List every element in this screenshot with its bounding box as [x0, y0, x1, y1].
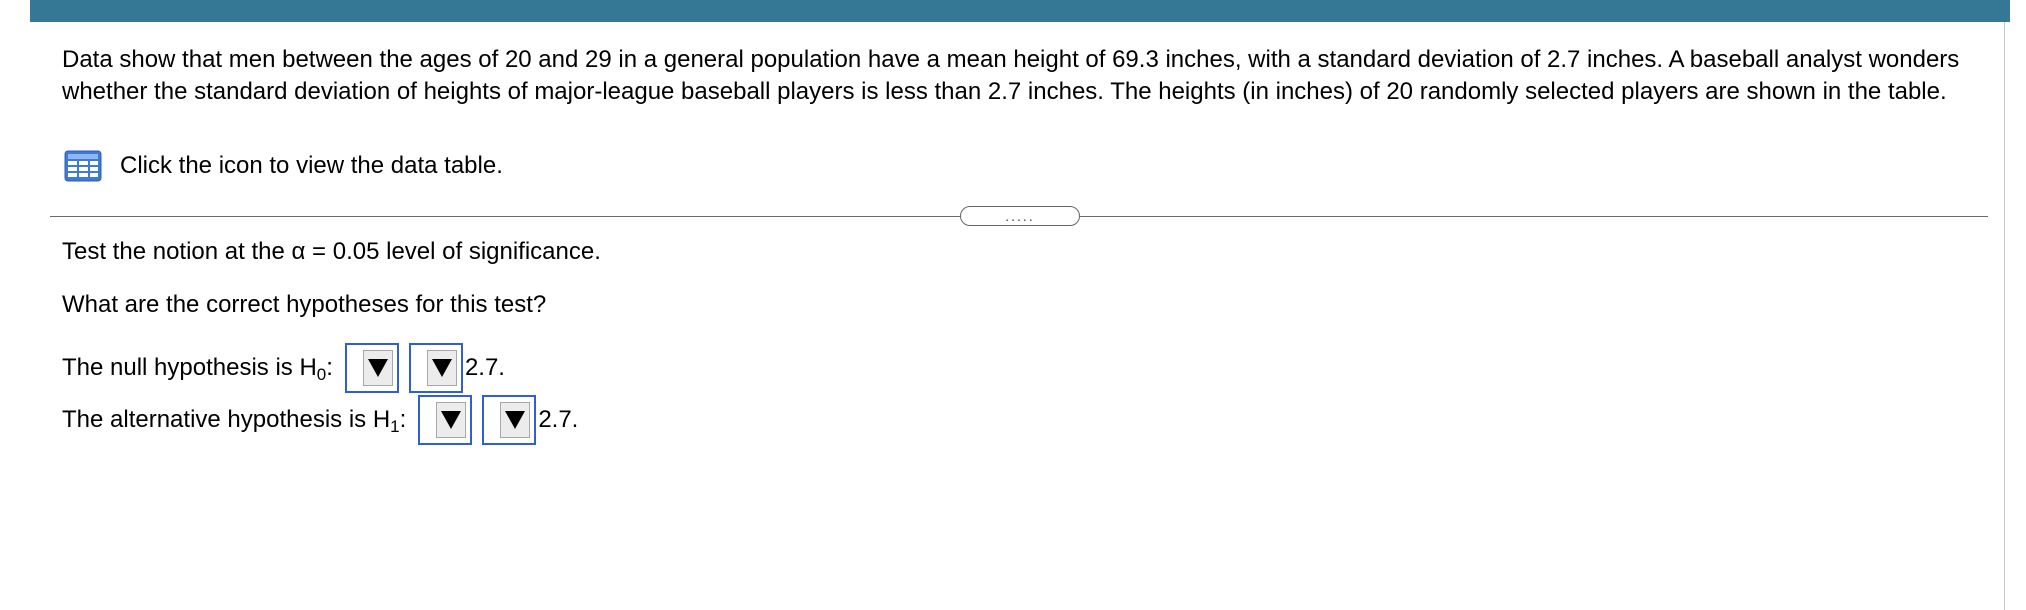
null-hypothesis-value: 2.7. [464, 354, 505, 381]
dropdown-arrow-icon[interactable] [362, 350, 393, 386]
data-table-icon[interactable] [64, 150, 102, 182]
null-colon: : [326, 354, 333, 381]
dropdown-arrow-icon[interactable] [500, 402, 531, 438]
alternative-subscript: 1 [390, 417, 400, 436]
null-hypothesis-row: The null hypothesis is H0: 2.7. [62, 342, 505, 394]
significance-level-text: Test the notion at the α = 0.05 level of… [62, 238, 601, 266]
alternative-hypothesis-value: 2.7. [538, 406, 579, 433]
data-table-link[interactable]: Click the icon to view the data table. [64, 150, 503, 182]
null-operator-dropdown[interactable] [408, 343, 463, 393]
left-margin [0, 0, 30, 610]
alternative-colon: : [399, 406, 407, 433]
alternative-hypothesis-label: The alternative hypothesis is H [62, 406, 391, 433]
alpha-symbol: α [291, 238, 306, 265]
problem-statement: Data show that men between the ages of 2… [62, 46, 1960, 105]
dropdown-arrow-icon[interactable] [426, 350, 457, 386]
header-bar [30, 0, 2010, 22]
alternative-operator-dropdown[interactable] [482, 395, 537, 445]
vertical-scrollbar[interactable] [2004, 22, 2026, 610]
null-subscript: 0 [316, 365, 327, 384]
significance-prefix: Test the notion at the [62, 238, 292, 265]
dropdown-arrow-icon[interactable] [436, 402, 467, 438]
null-hypothesis-label: The null hypothesis is H [62, 354, 317, 381]
alternative-parameter-dropdown[interactable] [418, 395, 473, 445]
page-content: Data show that men between the ages of 2… [0, 0, 2026, 610]
alternative-hypothesis-row: The alternative hypothesis is H1: 2.7. [62, 394, 578, 446]
null-parameter-dropdown[interactable] [344, 343, 399, 393]
significance-value: = 0.05 level of significance. [305, 238, 601, 265]
expand-handle[interactable]: ..... [960, 206, 1080, 226]
question-text: What are the correct hypotheses for this… [62, 291, 547, 318]
data-table-link-label[interactable]: Click the icon to view the data table. [120, 152, 503, 180]
